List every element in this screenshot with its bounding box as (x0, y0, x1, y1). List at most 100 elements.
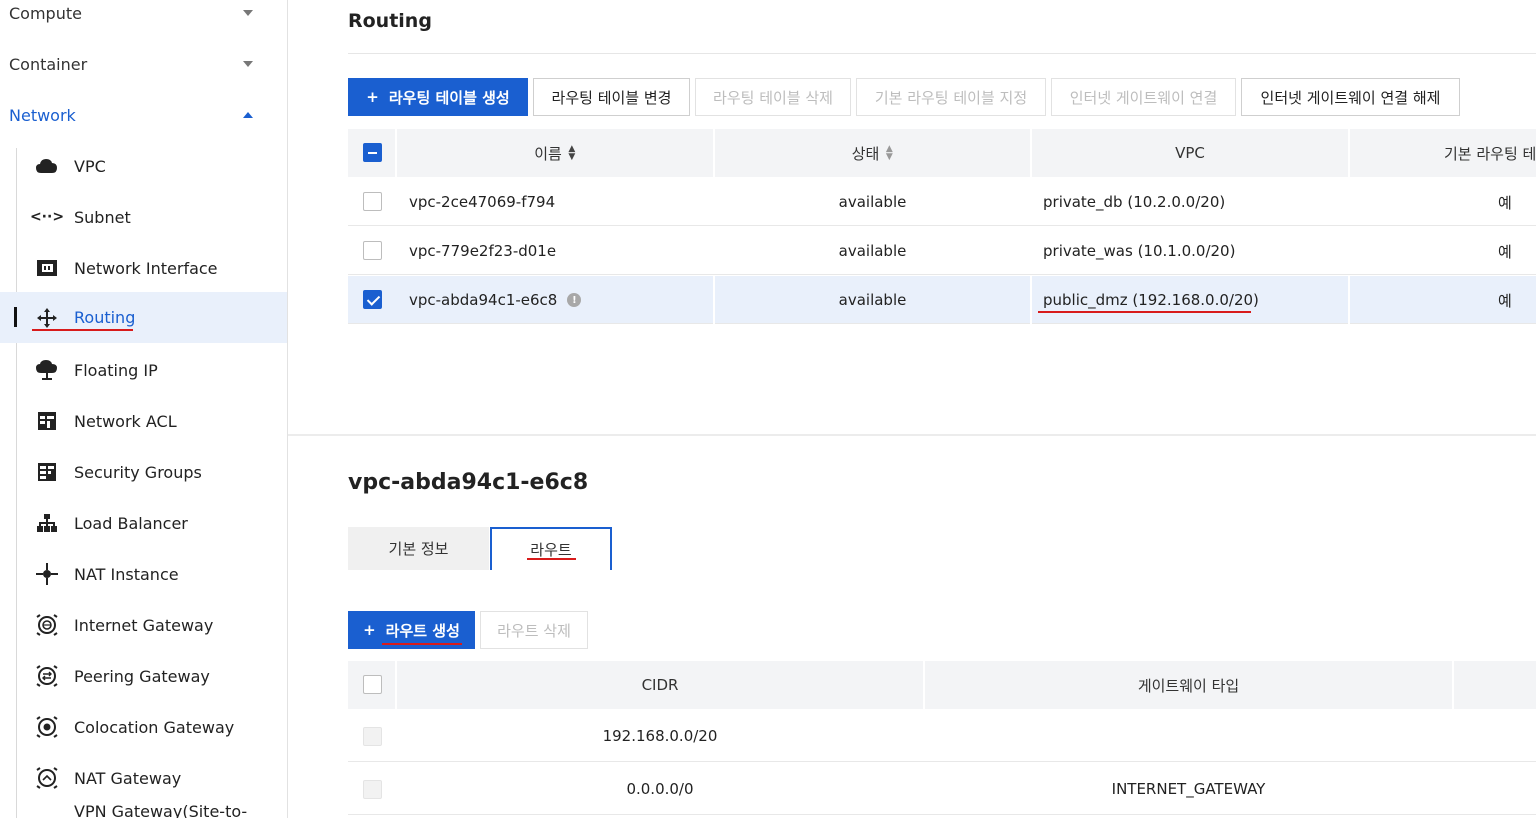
sidebar-item-nat-gateway[interactable]: NAT Gateway (0, 753, 287, 803)
set-default-routing-table-button[interactable]: 기본 라우팅 테이블 지정 (856, 78, 1046, 116)
route-row[interactable]: 192.168.0.0/20 (348, 710, 1536, 762)
create-routing-table-button[interactable]: + 라우팅 테이블 생성 (348, 78, 528, 116)
button-label: 인터넷 게이트웨이 연결 해제 (1260, 88, 1441, 107)
sidebar-item-colocation-gateway[interactable]: Colocation Gateway (0, 702, 287, 752)
cell-name: vpc-2ce47069-f794 (409, 193, 556, 211)
sidebar-item-peering-gateway[interactable]: Peering Gateway (0, 651, 287, 701)
column-separator (1030, 276, 1032, 324)
sidebar-item-vpc[interactable]: VPC (0, 141, 287, 191)
cell-vpc: public_dmz (192.168.0.0/20) (1043, 291, 1259, 309)
sidebar-item-network-interface[interactable]: Network Interface (0, 243, 287, 293)
sidebar-item-load-balancer[interactable]: Load Balancer (0, 498, 287, 548)
nat-node-icon (36, 563, 58, 585)
connect-internet-gateway-button[interactable]: 인터넷 게이트웨이 연결 (1051, 78, 1236, 116)
sidebar-item-label: VPN Gateway(Site-to- (74, 802, 248, 818)
cell-status: available (838, 193, 907, 211)
routing-table-header: 이름 ▲ ▼ 상태 ▲ ▼ VPC 기본 라우팅 테 (348, 129, 1536, 177)
tab-label: 기본 정보 (388, 540, 449, 558)
category-compute[interactable]: Compute (0, 0, 287, 33)
highlight-underline (32, 329, 133, 331)
tab-routes[interactable]: 라우트 (490, 527, 612, 570)
disconnect-internet-gateway-button[interactable]: 인터넷 게이트웨이 연결 해제 (1241, 78, 1460, 116)
row-checkbox[interactable] (363, 192, 382, 211)
section-divider (288, 434, 1536, 436)
app-root: Compute Container Network VPC <··> Subne… (0, 0, 1536, 818)
row-checkbox[interactable] (363, 241, 382, 260)
button-label: 기본 라우팅 테이블 지정 (874, 88, 1028, 107)
cell-status: available (838, 291, 907, 309)
category-container[interactable]: Container (0, 44, 287, 84)
create-route-button[interactable]: + 라우트 생성 (348, 611, 475, 649)
chevron-down-icon (243, 10, 253, 16)
selection-indicator (14, 307, 17, 327)
route-row[interactable]: 0.0.0.0/0 INTERNET_GATEWAY (348, 763, 1536, 815)
column-header-gateway-type: 게이트웨이 타입 (925, 661, 1452, 709)
select-all-checkbox[interactable] (363, 675, 382, 694)
sidebar-item-label: Colocation Gateway (74, 717, 235, 737)
row-checkbox[interactable] (363, 727, 382, 746)
cloud-pin-icon (36, 359, 58, 381)
column-separator (713, 276, 715, 324)
button-label: 라우팅 테이블 삭제 (713, 88, 833, 107)
code-arrows-icon: <··> (29, 209, 65, 225)
sidebar-item-label: Network ACL (74, 411, 177, 431)
table-row[interactable]: vpc-2ce47069-f794 available private_db (… (348, 178, 1536, 226)
button-label: 라우트 삭제 (497, 621, 571, 640)
cloud-icon (36, 155, 58, 177)
tab-label: 라우트 (530, 541, 572, 559)
row-checkbox[interactable] (363, 290, 382, 309)
column-header-name[interactable]: 이름 ▲ ▼ (397, 129, 713, 177)
button-label: 라우팅 테이블 생성 (388, 88, 510, 107)
delete-route-button[interactable]: 라우트 삭제 (480, 611, 588, 649)
security-grid-icon (36, 461, 58, 483)
sidebar-item-subnet[interactable]: <··> Subnet (0, 192, 287, 242)
sidebar-item-label: NAT Gateway (74, 768, 182, 788)
sidebar-item-label: Network Interface (74, 258, 218, 278)
sidebar-item-label: Peering Gateway (74, 666, 210, 686)
detail-title: vpc-abda94c1-e6c8 (348, 470, 589, 495)
vpn-gateway-icon (36, 809, 58, 818)
sidebar-item-vpn-gateway[interactable]: VPN Gateway(Site-to- (0, 799, 287, 818)
sidebar-item-label: Security Groups (74, 462, 202, 482)
column-header-status[interactable]: 상태 ▲ ▼ (715, 129, 1030, 177)
swap-gateway-icon (36, 665, 58, 687)
cell-default: 예 (1498, 242, 1512, 261)
sidebar-item-floating-ip[interactable]: Floating IP (0, 345, 287, 395)
sidebar-item-security-groups[interactable]: Security Groups (0, 447, 287, 497)
sidebar-item-routing[interactable]: Routing (0, 292, 287, 343)
sidebar-item-label: Floating IP (74, 360, 158, 380)
row-checkbox[interactable] (363, 780, 382, 799)
table-row[interactable]: vpc-779e2f23-d01e available private_was … (348, 227, 1536, 275)
cell-default: 예 (1498, 193, 1512, 212)
info-icon[interactable]: ! (567, 293, 582, 307)
cell-cidr: 0.0.0.0/0 (626, 780, 694, 798)
column-header-default: 기본 라우팅 테 (1350, 129, 1536, 177)
delete-routing-table-button[interactable]: 라우팅 테이블 삭제 (695, 78, 851, 116)
cell-name: vpc-779e2f23-d01e (409, 242, 557, 260)
dot-gateway-icon (36, 716, 58, 738)
table-row-selected[interactable]: vpc-abda94c1-e6c8 ! available public_dmz… (348, 276, 1536, 324)
sidebar: Compute Container Network VPC <··> Subne… (0, 0, 288, 818)
cell-gateway-type (925, 710, 1452, 762)
nat-gateway-icon (36, 767, 58, 789)
category-network[interactable]: Network (0, 95, 287, 135)
sidebar-item-network-acl[interactable]: Network ACL (0, 396, 287, 446)
routing-arrows-icon (36, 307, 58, 329)
globe-gateway-icon (36, 614, 58, 636)
tab-basic-info[interactable]: 기본 정보 (348, 527, 489, 570)
header-label: VPC (1175, 144, 1205, 162)
route-table-header: CIDR 게이트웨이 타입 (348, 661, 1536, 709)
cell-name: vpc-abda94c1-e6c8 ! (409, 276, 582, 324)
button-label: 인터넷 게이트웨이 연결 (1069, 88, 1218, 107)
cell-vpc: private_was (10.1.0.0/20) (1043, 242, 1236, 260)
cell-status: available (838, 242, 907, 260)
header-label: 기본 라우팅 테 (1444, 144, 1536, 163)
page-title: Routing (348, 10, 432, 32)
sidebar-item-nat-instance[interactable]: NAT Instance (0, 549, 287, 599)
category-label: Compute (9, 3, 82, 23)
network-card-icon (36, 257, 58, 279)
sidebar-item-internet-gateway[interactable]: Internet Gateway (0, 600, 287, 650)
modify-routing-table-button[interactable]: 라우팅 테이블 변경 (533, 78, 690, 116)
select-all-checkbox[interactable] (363, 143, 382, 162)
sort-icon: ▲ ▼ (885, 144, 893, 162)
